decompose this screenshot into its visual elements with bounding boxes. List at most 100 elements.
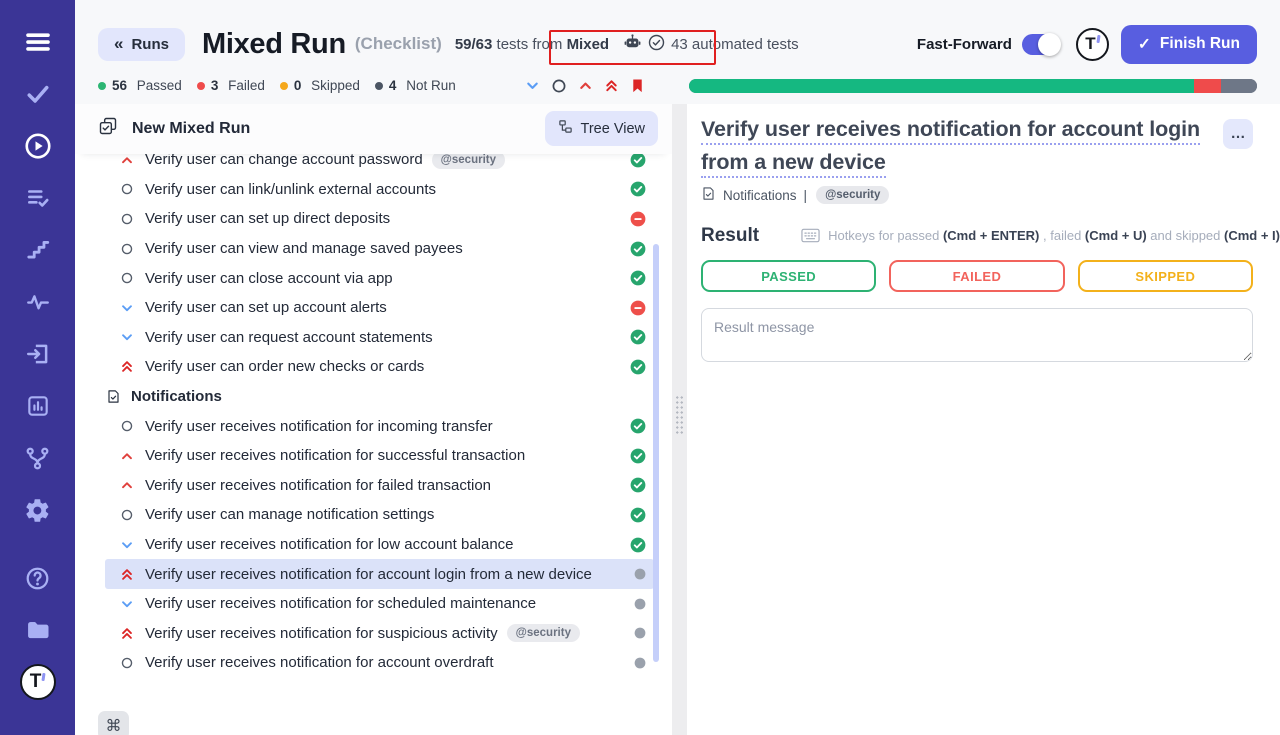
test-row[interactable]: Verify user can set up direct deposits	[105, 204, 654, 234]
sidebar-item-testomat-logo[interactable]: T	[12, 656, 64, 708]
status-passed-icon	[630, 477, 646, 493]
finish-run-button[interactable]: ✓ Finish Run	[1121, 25, 1257, 64]
run-type-label: (Checklist)	[355, 34, 442, 54]
stat-failed: 3 Failed	[197, 78, 265, 93]
test-row[interactable]: Verify user receives notification for ac…	[105, 559, 654, 589]
list-scrollbar[interactable]	[653, 244, 659, 662]
fast-forward-toggle[interactable]	[1022, 34, 1060, 55]
test-row[interactable]: Verify user receives notification for su…	[105, 441, 654, 471]
test-row[interactable]: Verify user receives notification for ac…	[105, 648, 654, 678]
double-chevron-left-icon: «	[114, 39, 123, 49]
app-window: T « Runs Mixed Run (Checklist) 59/63 tes…	[0, 0, 1280, 735]
status-counts: 56 Passed 3 Failed 0 Skipped 4 Not Run	[98, 78, 471, 93]
suite-link[interactable]: Notifications	[723, 188, 797, 203]
sort-chevron-down-icon[interactable]	[525, 78, 540, 93]
priority-normal-icon	[119, 242, 134, 256]
sidebar-item-test-plans-icon[interactable]	[12, 172, 64, 224]
sidebar-item-import-icon[interactable]	[12, 328, 64, 380]
result-message-input[interactable]	[701, 308, 1253, 362]
run-title: Mixed Run	[202, 28, 346, 61]
test-row[interactable]: Verify user receives notification for lo…	[105, 530, 654, 560]
main-area: « Runs Mixed Run (Checklist) 59/63 tests…	[75, 0, 1280, 735]
priority-high-icon	[119, 478, 134, 492]
priority-high-icon	[119, 449, 134, 463]
status-dot-icon	[280, 82, 288, 90]
sidebar-item-menu-icon[interactable]	[12, 16, 64, 68]
sidebar-item-pulse-icon[interactable]	[12, 276, 64, 328]
status-passed-icon	[630, 181, 646, 197]
list-header: New Mixed Run Tree View	[75, 104, 672, 154]
test-row[interactable]: Verify user can request account statemen…	[105, 323, 654, 353]
status-passed-icon	[630, 152, 646, 168]
keyboard-icon	[801, 228, 820, 246]
stat-skipped: 0 Skipped	[280, 78, 360, 93]
test-row[interactable]: Verify user can set up account alerts	[105, 293, 654, 323]
sidebar-item-branches-icon[interactable]	[12, 432, 64, 484]
status-dot-icon	[197, 82, 205, 90]
bookmark-icon[interactable]	[630, 78, 645, 94]
sidebar-item-steps-icon[interactable]	[12, 224, 64, 276]
back-to-runs-label: Runs	[131, 36, 169, 53]
finish-run-label: Finish Run	[1160, 35, 1240, 53]
test-meta-row: Notifications | @security	[701, 186, 1253, 204]
circled-check-icon	[648, 34, 665, 55]
filter-chevron-up-icon[interactable]	[578, 78, 593, 93]
stat-not-run: 4 Not Run	[375, 78, 456, 93]
logo-prime-mark	[1096, 35, 1100, 43]
content-area: New Mixed Run Tree View Verify user can …	[75, 104, 1280, 735]
sidebar-item-settings-gear-icon[interactable]	[12, 484, 64, 536]
test-row[interactable]: Verify user receives notification for sc…	[105, 589, 654, 619]
result-skipped-button[interactable]: SKIPPED	[1078, 260, 1253, 292]
panel-resize-handle[interactable]	[672, 104, 687, 735]
more-options-button[interactable]: …	[1223, 119, 1253, 149]
tag-pill[interactable]: @security	[816, 186, 889, 204]
test-row[interactable]: Verify user receives notification for su…	[105, 619, 654, 649]
tag-pill: @security	[507, 624, 580, 642]
test-row[interactable]: Verify user can order new checks or card…	[105, 352, 654, 382]
result-failed-button[interactable]: FAILED	[889, 260, 1064, 292]
drag-grip-icon	[675, 395, 684, 435]
stat-passed: 56 Passed	[98, 78, 182, 93]
priority-normal-icon	[119, 656, 134, 670]
priority-normal-icon	[119, 419, 134, 433]
test-row[interactable]: Verify user can close account via app	[105, 263, 654, 293]
tree-view-label: Tree View	[581, 121, 645, 137]
run-progress-bar	[689, 79, 1257, 93]
command-key-badge[interactable]: ⌘	[98, 711, 129, 735]
test-row[interactable]: Verify user can view and manage saved pa…	[105, 234, 654, 264]
filter-circle-icon[interactable]	[551, 78, 567, 94]
sidebar-item-tests-check-icon[interactable]	[12, 68, 64, 120]
test-row[interactable]: Verify user receives notification for in…	[105, 411, 654, 441]
tests-count-value: 59/63	[455, 36, 493, 53]
testomat-logo: T	[20, 664, 56, 700]
back-to-runs-button[interactable]: « Runs	[98, 28, 185, 61]
progress-segment	[1194, 79, 1221, 93]
priority-normal-icon	[119, 212, 134, 226]
sidebar-item-help-icon[interactable]	[12, 552, 64, 604]
result-passed-button[interactable]: PASSED	[701, 260, 876, 292]
sidebar-item-runs-play-icon[interactable]	[12, 120, 64, 172]
status-passed-icon	[630, 359, 646, 375]
filter-double-chevron-up-icon[interactable]	[604, 78, 619, 93]
automated-tests-badge[interactable]: 43 automated tests	[623, 33, 799, 56]
priority-critical-icon	[119, 567, 134, 582]
tests-count-source: Mixed	[567, 36, 610, 53]
testomat-logo-header[interactable]: T	[1076, 28, 1109, 61]
list-title: New Mixed Run	[132, 120, 250, 138]
check-icon: ✓	[1138, 35, 1151, 54]
suite-row[interactable]: Notifications	[105, 382, 654, 412]
test-detail-title: Verify user receives notification for ac…	[701, 113, 1223, 178]
test-row[interactable]: Verify user receives notification for fa…	[105, 471, 654, 501]
priority-normal-icon	[119, 271, 134, 285]
priority-normal-icon	[119, 182, 134, 196]
suite-document-icon	[106, 388, 121, 405]
hotkeys-hint: Hotkeys for passed (Cmd + ENTER) , faile…	[801, 226, 1280, 244]
test-row[interactable]: Verify user can manage notification sett…	[105, 500, 654, 530]
priority-low-icon	[119, 330, 134, 344]
progress-segment	[1221, 79, 1257, 93]
test-row[interactable]: Verify user can link/unlink external acc…	[105, 175, 654, 205]
priority-high-icon	[119, 153, 134, 167]
sidebar-item-analytics-icon[interactable]	[12, 380, 64, 432]
sidebar-item-projects-folder-icon[interactable]	[12, 604, 64, 656]
tree-view-button[interactable]: Tree View	[545, 111, 658, 146]
